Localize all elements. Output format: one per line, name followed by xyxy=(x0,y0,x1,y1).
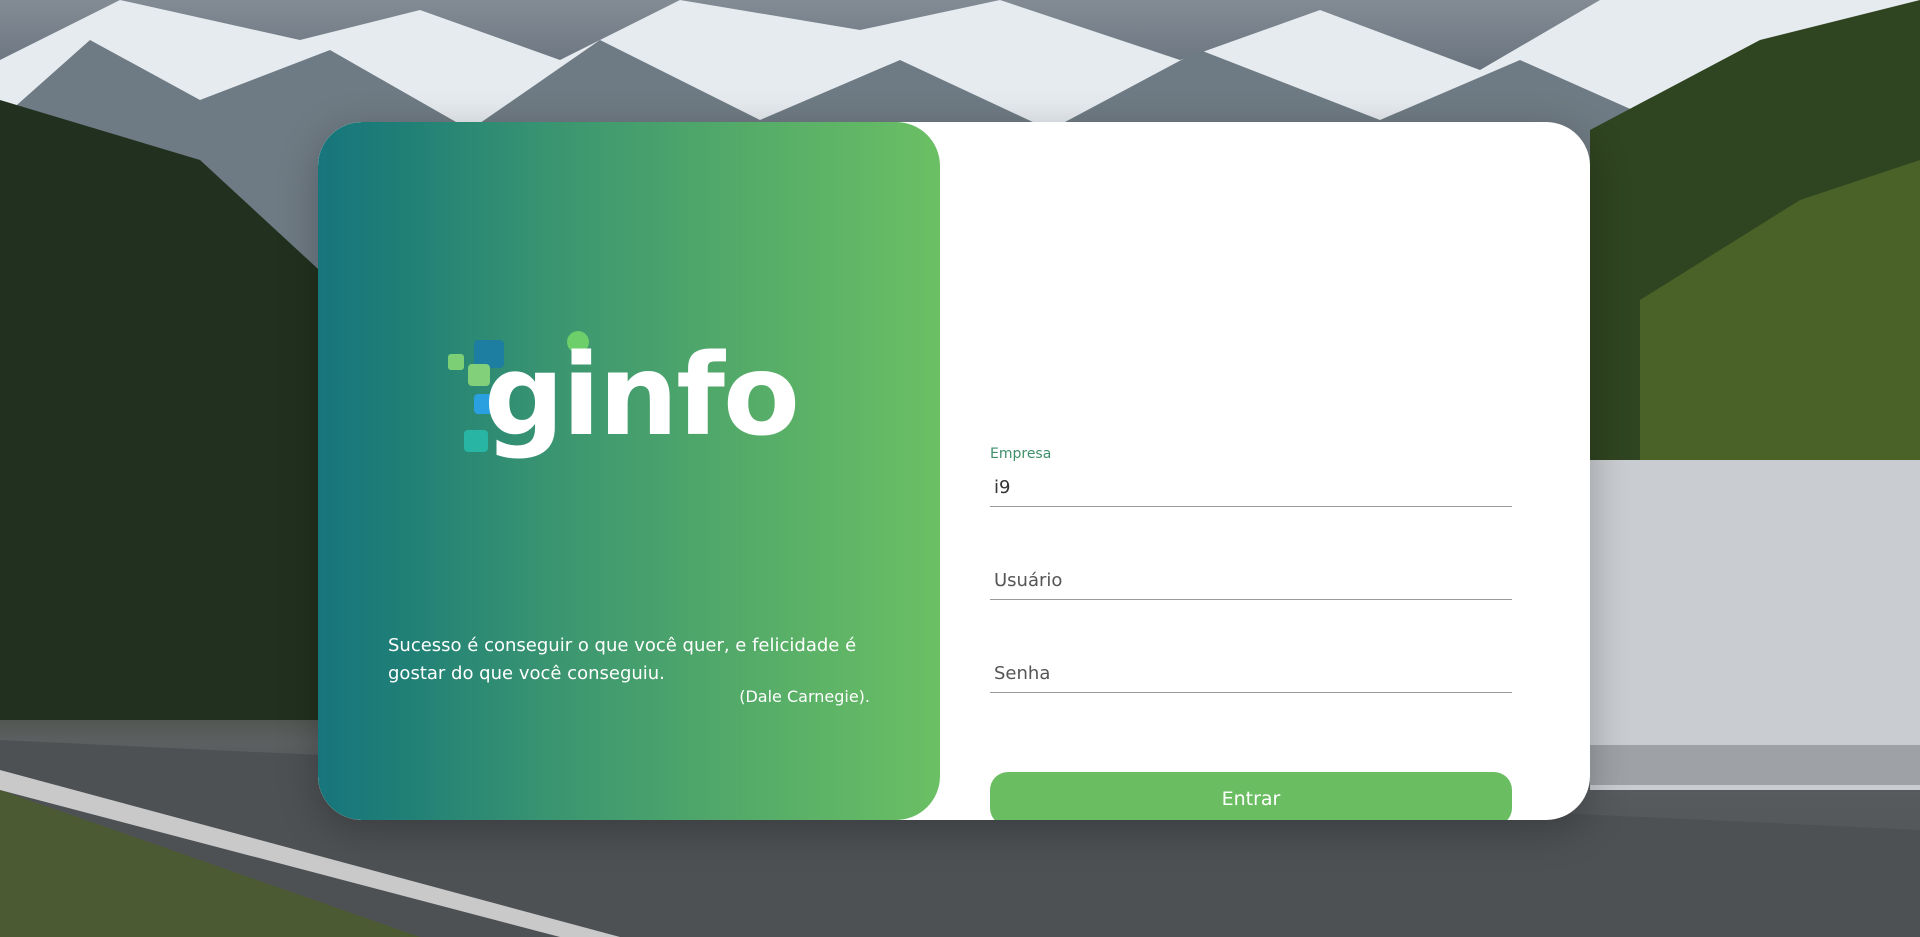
login-card: ginfo Sucesso é conseguir o que você que… xyxy=(318,122,1590,820)
empresa-field: Empresa xyxy=(990,444,1512,507)
empresa-input[interactable] xyxy=(990,471,1512,504)
brand-panel: ginfo Sucesso é conseguir o que você que… xyxy=(318,122,940,820)
logo-wordmark: ginfo xyxy=(484,331,798,461)
login-form: Empresa Entrar xyxy=(990,322,1512,820)
usuario-input[interactable] xyxy=(990,564,1512,597)
senha-input[interactable] xyxy=(990,657,1512,690)
empresa-label: Empresa xyxy=(990,446,1052,462)
senha-field xyxy=(990,640,1512,693)
quote-author: (Dale Carnegie). xyxy=(739,687,870,706)
entrar-button[interactable]: Entrar xyxy=(990,772,1512,820)
ginfo-logo: ginfo xyxy=(448,312,808,486)
usuario-field xyxy=(990,547,1512,600)
quote-text: Sucesso é conseguir o que você quer, e f… xyxy=(388,635,857,684)
